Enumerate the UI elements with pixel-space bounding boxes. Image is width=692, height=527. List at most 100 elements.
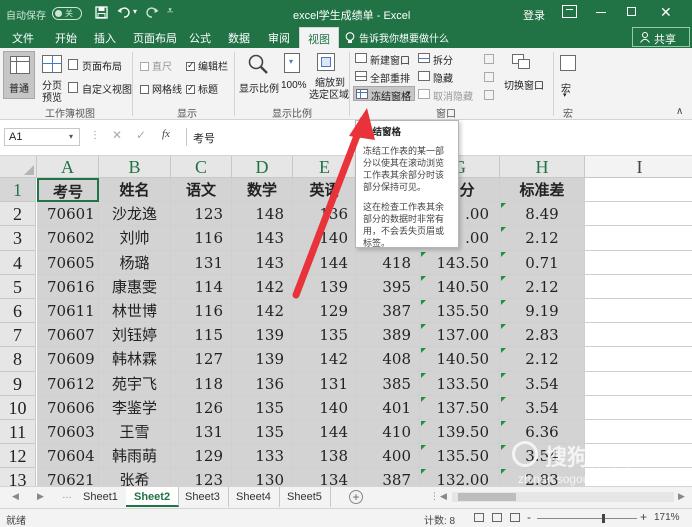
data-cell[interactable]: 3.54 — [500, 371, 585, 396]
row-header[interactable]: 5 — [0, 274, 36, 299]
data-cell[interactable]: 2.12 — [500, 226, 585, 251]
signin-link[interactable]: 登录 — [523, 7, 545, 23]
data-cell[interactable]: 418 — [357, 250, 420, 275]
autosave-toggle[interactable]: 关 — [52, 7, 82, 20]
row-header[interactable]: 1 — [0, 178, 36, 203]
data-cell[interactable]: 408 — [357, 347, 420, 372]
page-break-icon[interactable] — [510, 513, 520, 522]
row-header[interactable]: 12 — [0, 444, 36, 469]
undo-dropdown-icon[interactable]: ▾ — [133, 7, 137, 16]
data-cell[interactable]: 142 — [232, 299, 293, 324]
macros-button[interactable]: 宏 ▾ — [555, 51, 583, 99]
sheet-tab[interactable]: Sheet1 — [75, 487, 127, 507]
data-cell[interactable]: 70603 — [37, 420, 99, 445]
data-cell[interactable]: 143.50 — [420, 250, 500, 275]
data-cell[interactable]: 129 — [171, 444, 232, 469]
data-cell[interactable]: 114 — [171, 274, 232, 299]
zoom-to-selection-button[interactable]: 缩放到 选定区域 — [309, 51, 349, 101]
data-cell[interactable]: 136 — [232, 371, 293, 396]
freeze-panes-button[interactable]: 冻结窗格 ▾ — [353, 86, 415, 103]
data-cell[interactable]: 133.50 — [420, 371, 500, 396]
data-cell[interactable] — [585, 372, 692, 396]
data-cell[interactable]: 0.71 — [500, 250, 585, 275]
data-cell[interactable]: 王雪 — [99, 420, 171, 445]
data-cell[interactable] — [585, 347, 692, 372]
data-cell[interactable]: 115 — [171, 323, 232, 348]
customize-qat-icon[interactable]: ⩡ — [167, 5, 173, 18]
data-cell[interactable]: 139 — [293, 274, 357, 299]
select-all-corner[interactable] — [0, 156, 37, 178]
data-cell[interactable]: 135.50 — [420, 299, 500, 324]
tab-insert[interactable]: 插入 — [94, 30, 116, 46]
row-header[interactable]: 7 — [0, 323, 36, 348]
data-cell[interactable]: 70602 — [37, 226, 99, 251]
close-icon[interactable]: ✕ — [660, 4, 672, 21]
data-cell[interactable]: 苑宇飞 — [99, 371, 171, 396]
name-box[interactable]: A1 ▾ — [4, 128, 80, 146]
data-cell[interactable]: 136 — [293, 202, 357, 227]
data-cell[interactable]: 143 — [232, 250, 293, 275]
data-cell[interactable]: 135 — [232, 395, 293, 420]
column-header[interactable]: B — [99, 156, 171, 178]
hscroll-split-icon[interactable]: ⋮ — [430, 491, 439, 502]
save-icon[interactable] — [95, 6, 108, 19]
insert-function-button[interactable]: fx — [162, 128, 170, 140]
row-header[interactable]: 6 — [0, 299, 36, 324]
data-cell[interactable]: 139.50 — [420, 420, 500, 445]
column-header[interactable]: E — [293, 156, 357, 178]
data-cell[interactable]: 70607 — [37, 323, 99, 348]
column-header[interactable]: H — [500, 156, 585, 178]
switch-windows-button[interactable]: 切换窗口 — [500, 51, 550, 99]
data-cell[interactable]: 401 — [357, 395, 420, 420]
zoom-level[interactable]: 171% — [654, 512, 680, 523]
data-cell[interactable]: 131 — [171, 250, 232, 275]
data-cell[interactable] — [585, 202, 692, 227]
data-cell[interactable]: 123 — [171, 202, 232, 227]
column-header[interactable]: D — [232, 156, 293, 178]
data-cell[interactable]: 8.49 — [500, 202, 585, 227]
data-cell[interactable]: 134 — [293, 468, 357, 486]
header-cell[interactable]: 考号 — [37, 178, 99, 203]
data-cell[interactable]: 133 — [232, 444, 293, 469]
data-cell[interactable] — [585, 323, 692, 348]
data-cell[interactable]: 132.00 — [420, 468, 500, 486]
data-cell[interactable]: 140 — [293, 395, 357, 420]
data-cell[interactable]: 140.50 — [420, 347, 500, 372]
data-cell[interactable]: 刘钰婷 — [99, 323, 171, 348]
data-cell[interactable]: 9.19 — [500, 299, 585, 324]
data-cell[interactable] — [585, 275, 692, 299]
row-header[interactable]: 8 — [0, 347, 36, 372]
data-cell[interactable]: 137.50 — [420, 395, 500, 420]
data-cell[interactable]: 144 — [293, 420, 357, 445]
normal-view-icon[interactable] — [474, 513, 484, 522]
data-cell[interactable]: 131 — [293, 371, 357, 396]
tab-data[interactable]: 数据 — [228, 30, 250, 46]
data-cell[interactable]: 144 — [293, 250, 357, 275]
tab-home[interactable]: 开始 — [55, 30, 77, 46]
data-cell[interactable]: 116 — [171, 226, 232, 251]
hscroll-right-icon[interactable]: ▶ — [678, 491, 685, 502]
data-cell[interactable]: 林世博 — [99, 299, 171, 324]
ribbon-display-icon[interactable] — [562, 5, 577, 18]
row-header[interactable]: 10 — [0, 395, 36, 420]
data-cell[interactable]: 韩林霖 — [99, 347, 171, 372]
data-cell[interactable]: 130 — [232, 468, 293, 486]
data-cell[interactable]: 140.50 — [420, 274, 500, 299]
data-cell[interactable]: 70605 — [37, 250, 99, 275]
page-layout-icon[interactable] — [492, 513, 502, 522]
zoom-button[interactable]: 显示比例 — [238, 51, 279, 99]
horizontal-scrollbar[interactable] — [452, 492, 674, 502]
zoom-out-button[interactable]: - — [527, 510, 531, 524]
worksheet-grid[interactable]: ABCDEFGHI 12345678910111213 考号姓名语文数学英语均分… — [0, 156, 692, 486]
data-cell[interactable] — [585, 251, 692, 275]
data-cell[interactable]: 139 — [232, 323, 293, 348]
row-header[interactable]: 11 — [0, 420, 36, 445]
header-cell[interactable]: 英语 — [293, 178, 357, 203]
data-cell[interactable]: 126 — [171, 395, 232, 420]
column-header[interactable]: A — [37, 156, 99, 178]
tab-file[interactable]: 文件 — [12, 30, 34, 46]
data-cell[interactable]: 135 — [232, 420, 293, 445]
data-cell[interactable]: 140 — [293, 226, 357, 251]
header-cell[interactable] — [585, 178, 692, 203]
tab-review[interactable]: 审阅 — [268, 30, 290, 46]
